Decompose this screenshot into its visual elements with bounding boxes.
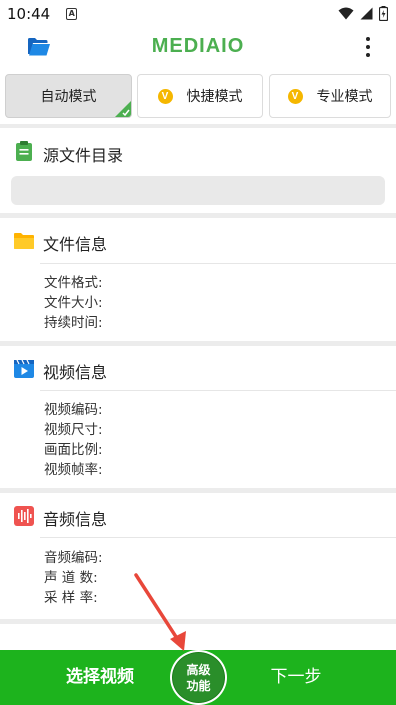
tab-quick-mode-label: 快捷模式 bbox=[186, 89, 243, 105]
audio-info-section: 音频信息 音频编码: 声 道 数: 采 样 率: bbox=[0, 493, 396, 619]
video-codec-label: 视频编码: bbox=[44, 402, 103, 418]
file-info-title: 文件信息 bbox=[43, 235, 108, 254]
divider bbox=[40, 263, 396, 264]
duration-label: 持续时间: bbox=[44, 315, 103, 331]
frame-rate-label: 视频帧率: bbox=[44, 462, 103, 478]
status-icons bbox=[338, 6, 388, 21]
app-title: MEDIAIO bbox=[151, 35, 245, 57]
signal-icon bbox=[360, 7, 373, 20]
divider bbox=[40, 537, 396, 538]
tab-pro-mode[interactable]: V 专业模式 bbox=[269, 74, 391, 118]
more-vert-icon[interactable] bbox=[364, 37, 372, 57]
app-bar: MEDIAIO bbox=[0, 27, 396, 66]
notification-a-icon: A bbox=[66, 7, 78, 20]
video-resolution-label: 视频尺寸: bbox=[44, 422, 103, 438]
aspect-ratio-label: 画面比例: bbox=[44, 442, 103, 458]
tab-quick-mode[interactable]: V 快捷模式 bbox=[137, 74, 263, 118]
empty-section bbox=[0, 624, 396, 650]
audio-wave-icon bbox=[14, 506, 34, 526]
battery-icon bbox=[379, 6, 388, 21]
tab-auto-mode-label: 自动模式 bbox=[40, 89, 97, 105]
divider bbox=[40, 390, 396, 391]
audio-codec-label: 音频编码: bbox=[44, 550, 103, 566]
status-bar: 10:44 A bbox=[0, 0, 396, 27]
file-info-section: 文件信息 文件格式: 文件大小: 持续时间: bbox=[0, 218, 396, 341]
sample-rate-label: 采 样 率: bbox=[44, 590, 98, 606]
clipboard-icon bbox=[16, 141, 32, 161]
source-path-field[interactable] bbox=[11, 176, 385, 205]
vip-badge-icon: V bbox=[157, 88, 173, 104]
file-size-label: 文件大小: bbox=[44, 295, 103, 311]
video-icon bbox=[14, 359, 34, 378]
status-time: 10:44 bbox=[7, 4, 51, 23]
advanced-features-label: 高级 功能 bbox=[186, 662, 211, 693]
source-dir-section: 源文件目录 bbox=[0, 128, 396, 213]
audio-info-title: 音频信息 bbox=[43, 510, 108, 529]
select-video-button[interactable]: 选择视频 bbox=[40, 650, 160, 705]
folder-icon bbox=[14, 233, 34, 249]
advanced-features-button[interactable]: 高级 功能 bbox=[170, 650, 227, 705]
mode-tabs: 自动模式 V 快捷模式 V 专业模式 bbox=[0, 66, 396, 124]
vip-badge-icon: V bbox=[287, 88, 303, 104]
source-dir-title: 源文件目录 bbox=[43, 146, 124, 165]
channels-label: 声 道 数: bbox=[44, 570, 98, 586]
video-info-section: 视频信息 视频编码: 视频尺寸: 画面比例: 视频帧率: bbox=[0, 346, 396, 488]
next-step-button[interactable]: 下一步 bbox=[236, 650, 356, 705]
video-info-title: 视频信息 bbox=[43, 363, 108, 382]
selected-check-icon bbox=[115, 101, 131, 117]
tab-auto-mode[interactable]: 自动模式 bbox=[5, 74, 132, 118]
tab-pro-mode-label: 专业模式 bbox=[316, 89, 373, 105]
wifi-icon bbox=[338, 7, 354, 20]
file-format-label: 文件格式: bbox=[44, 275, 103, 291]
